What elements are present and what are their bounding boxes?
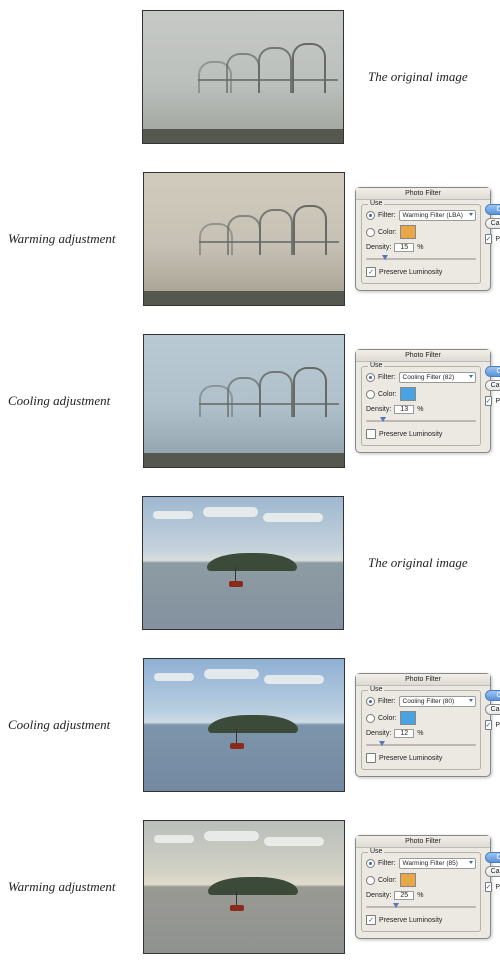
color-label: Color: — [378, 391, 397, 398]
figure-caption: The original image — [368, 69, 468, 85]
preview-label: Preview — [495, 722, 500, 729]
density-unit: % — [417, 244, 423, 251]
density-unit: % — [417, 406, 423, 413]
example-image — [143, 172, 345, 306]
filter-radio[interactable] — [366, 697, 375, 706]
filter-label: Filter: — [378, 212, 396, 219]
ok-button[interactable]: OK — [485, 204, 500, 215]
example-image — [143, 658, 345, 792]
cancel-button[interactable]: Cancel — [485, 704, 500, 715]
color-swatch[interactable] — [400, 711, 416, 725]
preview-checkbox[interactable] — [485, 234, 493, 244]
color-radio[interactable] — [366, 228, 375, 237]
filter-label: Filter: — [378, 698, 396, 705]
filter-label: Filter: — [378, 860, 396, 867]
figure-row: Warming adjustment Photo Filter Use Filt… — [8, 820, 492, 954]
dialog-title: Photo Filter — [356, 350, 490, 362]
preserve-luminosity-checkbox[interactable] — [366, 429, 376, 439]
density-input[interactable]: 15 — [394, 243, 414, 252]
preserve-luminosity-label: Preserve Luminosity — [379, 755, 442, 762]
filter-radio[interactable] — [366, 859, 375, 868]
dialog-title: Photo Filter — [356, 836, 490, 848]
figure-caption: Warming adjustment — [8, 879, 133, 895]
filter-select[interactable]: Cooling Filter (82) — [399, 372, 476, 383]
example-image — [143, 820, 345, 954]
density-unit: % — [417, 730, 423, 737]
figure-caption: Cooling adjustment — [8, 717, 133, 733]
preserve-luminosity-label: Preserve Luminosity — [379, 917, 442, 924]
color-swatch[interactable] — [400, 225, 416, 239]
density-label: Density: — [366, 406, 391, 413]
ok-button[interactable]: OK — [485, 852, 500, 863]
example-image — [143, 334, 345, 468]
density-input[interactable]: 25 — [394, 891, 414, 900]
density-slider[interactable] — [366, 417, 476, 425]
density-unit: % — [417, 892, 423, 899]
color-swatch[interactable] — [400, 387, 416, 401]
density-label: Density: — [366, 730, 391, 737]
preview-label: Preview — [495, 398, 500, 405]
use-fieldset: Use Filter: Cooling Filter (82) Color: D… — [361, 366, 481, 446]
cancel-button[interactable]: Cancel — [485, 866, 500, 877]
preserve-luminosity-checkbox[interactable] — [366, 267, 376, 277]
figure-caption: The original image — [368, 555, 468, 571]
fieldset-legend: Use — [368, 362, 384, 369]
photo-filter-dialog: Photo Filter Use Filter: Cooling Filter … — [355, 673, 491, 777]
density-slider[interactable] — [366, 903, 476, 911]
color-swatch[interactable] — [400, 873, 416, 887]
photo-filter-dialog: Photo Filter Use Filter: Cooling Filter … — [355, 349, 491, 453]
figure-row: The original image — [8, 10, 492, 144]
use-fieldset: Use Filter: Cooling Filter (80) Color: D… — [361, 690, 481, 770]
preview-label: Preview — [495, 884, 500, 891]
use-fieldset: Use Filter: Warming Filter (85) Color: D… — [361, 852, 481, 932]
photo-filter-dialog: Photo Filter Use Filter: Warming Filter … — [355, 187, 491, 291]
preview-checkbox[interactable] — [485, 720, 493, 730]
preserve-luminosity-label: Preserve Luminosity — [379, 269, 442, 276]
preview-checkbox[interactable] — [485, 882, 493, 892]
figure-caption: Warming adjustment — [8, 231, 133, 247]
filter-select[interactable]: Warming Filter (LBA) — [399, 210, 476, 221]
figure-caption: Cooling adjustment — [8, 393, 133, 409]
density-label: Density: — [366, 892, 391, 899]
photo-filter-dialog: Photo Filter Use Filter: Warming Filter … — [355, 835, 491, 939]
fieldset-legend: Use — [368, 200, 384, 207]
figure-row: Cooling adjustment Photo Filter Use Filt… — [8, 334, 492, 468]
density-input[interactable]: 13 — [394, 405, 414, 414]
color-label: Color: — [378, 715, 397, 722]
ok-button[interactable]: OK — [485, 366, 500, 377]
density-input[interactable]: 12 — [394, 729, 414, 738]
color-radio[interactable] — [366, 876, 375, 885]
figure-row: Warming adjustment Photo Filter Use Filt… — [8, 172, 492, 306]
use-fieldset: Use Filter: Warming Filter (LBA) Color: … — [361, 204, 481, 284]
color-radio[interactable] — [366, 714, 375, 723]
dialog-title: Photo Filter — [356, 674, 490, 686]
figure-row: Cooling adjustment Photo Filter Use Filt… — [8, 658, 492, 792]
ok-button[interactable]: OK — [485, 690, 500, 701]
preview-checkbox[interactable] — [485, 396, 493, 406]
preserve-luminosity-checkbox[interactable] — [366, 915, 376, 925]
preserve-luminosity-label: Preserve Luminosity — [379, 431, 442, 438]
filter-select[interactable]: Warming Filter (85) — [399, 858, 476, 869]
color-label: Color: — [378, 229, 397, 236]
fieldset-legend: Use — [368, 686, 384, 693]
filter-radio[interactable] — [366, 211, 375, 220]
density-slider[interactable] — [366, 741, 476, 749]
example-image — [142, 10, 344, 144]
color-label: Color: — [378, 877, 397, 884]
filter-radio[interactable] — [366, 373, 375, 382]
preserve-luminosity-checkbox[interactable] — [366, 753, 376, 763]
density-label: Density: — [366, 244, 391, 251]
example-image — [142, 496, 344, 630]
fieldset-legend: Use — [368, 848, 384, 855]
dialog-title: Photo Filter — [356, 188, 490, 200]
cancel-button[interactable]: Cancel — [485, 380, 500, 391]
figure-row: The original image — [8, 496, 492, 630]
filter-label: Filter: — [378, 374, 396, 381]
density-slider[interactable] — [366, 255, 476, 263]
filter-select[interactable]: Cooling Filter (80) — [399, 696, 476, 707]
preview-label: Preview — [495, 236, 500, 243]
cancel-button[interactable]: Cancel — [485, 218, 500, 229]
color-radio[interactable] — [366, 390, 375, 399]
